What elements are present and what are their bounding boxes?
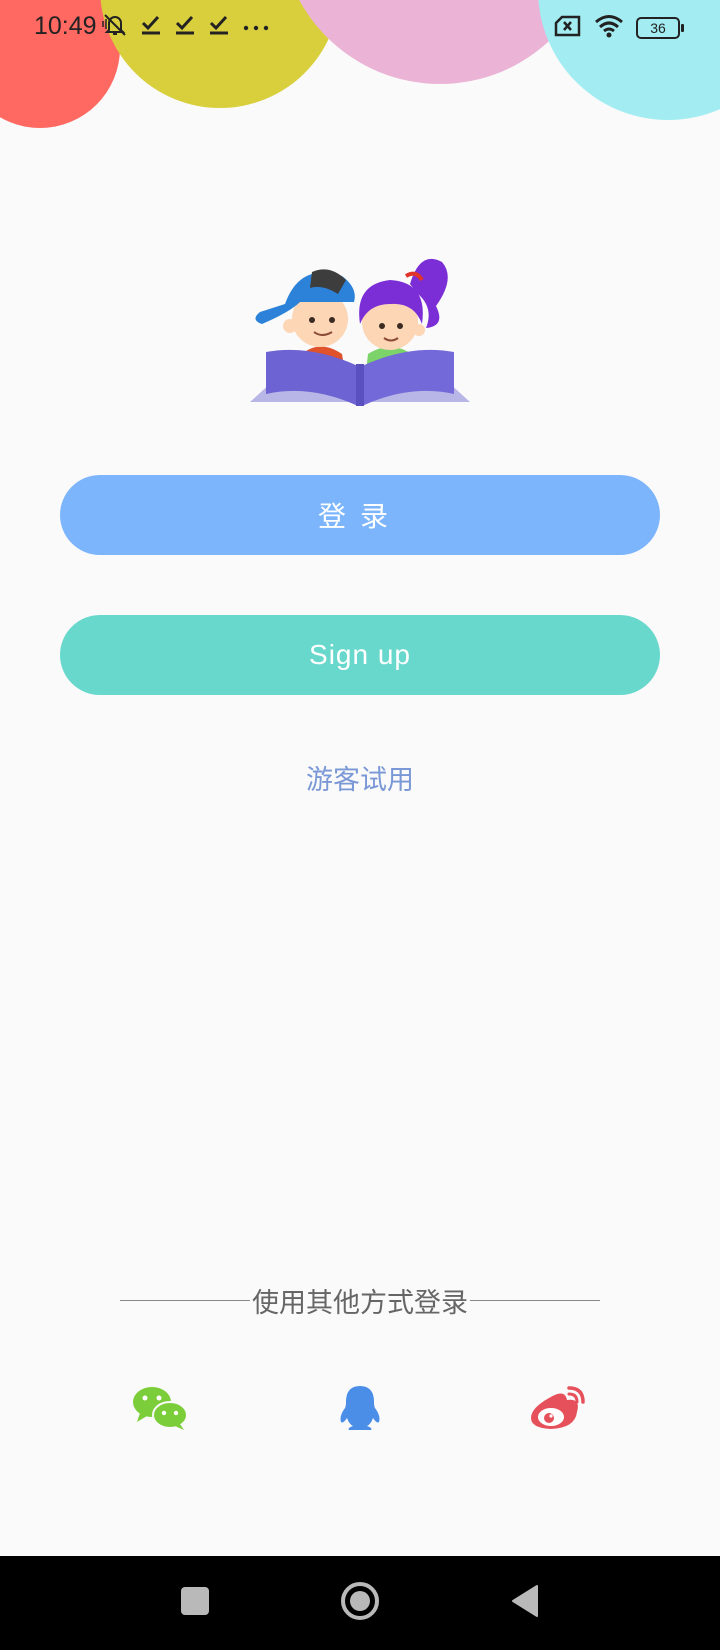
mute-bell-icon	[102, 12, 128, 42]
circle-icon	[340, 1581, 380, 1625]
system-nav-bar	[0, 1556, 720, 1650]
back-button[interactable]	[500, 1556, 550, 1650]
system-icons: 36	[554, 14, 684, 42]
login-button[interactable]: 登录	[60, 475, 660, 555]
weibo-login-button[interactable]	[528, 1382, 588, 1438]
battery-icon: 36	[636, 17, 684, 39]
home-button[interactable]	[335, 1556, 385, 1650]
wechat-login-button[interactable]	[130, 1382, 190, 1438]
weibo-icon	[529, 1384, 587, 1436]
status-bar: 10:49 36	[0, 0, 720, 54]
wechat-icon	[132, 1385, 188, 1435]
check-icon	[140, 14, 162, 40]
recent-apps-button[interactable]	[170, 1556, 220, 1650]
other-login-divider: 使用其他方式登录	[120, 1282, 600, 1319]
qq-icon	[337, 1384, 383, 1436]
login-screen: 10:49 36 登录 Sign up 游客试用 使用其他方式登录	[0, 0, 720, 1650]
square-icon	[180, 1586, 210, 1620]
more-dots-icon	[242, 14, 272, 40]
guest-trial-link[interactable]: 游客试用	[0, 758, 720, 797]
notification-icons	[102, 12, 272, 42]
sim-error-icon	[554, 15, 582, 41]
divider-line-left	[120, 1299, 250, 1301]
app-mascot-illustration	[250, 254, 470, 406]
other-login-label: 使用其他方式登录	[252, 1287, 468, 1319]
status-time: 10:49	[34, 12, 97, 40]
back-triangle-icon	[510, 1584, 540, 1622]
battery-level: 36	[650, 20, 666, 36]
wifi-icon	[594, 14, 624, 42]
check-icon	[174, 14, 196, 40]
qq-login-button[interactable]	[330, 1382, 390, 1438]
signup-button[interactable]: Sign up	[60, 615, 660, 695]
divider-line-right	[470, 1299, 600, 1301]
check-icon	[208, 14, 230, 40]
